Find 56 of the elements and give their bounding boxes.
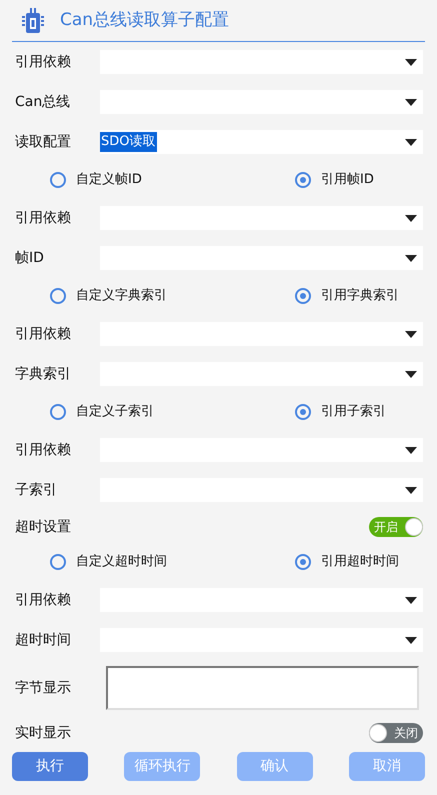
caret-icon	[405, 446, 417, 454]
radio-label[interactable]: 引用帧ID	[321, 170, 374, 190]
caret-icon	[405, 98, 417, 106]
window-title: Can总线读取算子配置	[60, 8, 230, 32]
dropdown-field[interactable]	[100, 206, 423, 230]
radio-label[interactable]: 自定义子索引	[76, 402, 154, 422]
field-label: 引用依赖	[15, 440, 72, 460]
dropdown-field[interactable]	[100, 246, 423, 270]
radio-label[interactable]: 自定义字典索引	[76, 286, 167, 306]
field-label: 引用依赖	[15, 52, 72, 72]
field-label: 字典索引	[15, 364, 72, 384]
dropdown-field[interactable]	[100, 322, 423, 346]
caret-icon	[405, 486, 417, 494]
dropdown-field[interactable]	[100, 90, 423, 114]
radio-label[interactable]: 引用超时时间	[321, 552, 399, 572]
field-label: 引用依赖	[15, 208, 72, 228]
radio-button[interactable]	[50, 404, 66, 420]
radio-label[interactable]: 引用字典索引	[321, 286, 399, 306]
radio-button[interactable]	[295, 404, 311, 420]
dropdown-field[interactable]	[100, 588, 423, 612]
field-label: 帧ID	[15, 248, 45, 268]
radio-button[interactable]	[50, 554, 66, 570]
dropdown-field[interactable]	[100, 628, 423, 652]
dropdown-field[interactable]	[100, 478, 423, 502]
field-label: Can总线	[15, 92, 72, 112]
field-label: 读取配置	[15, 132, 72, 152]
dropdown-field[interactable]	[100, 50, 423, 74]
radio-label[interactable]: 引用子索引	[321, 402, 386, 422]
field-label: 子索引	[15, 480, 58, 500]
field-label: 超时时间	[15, 630, 72, 650]
radio-button[interactable]	[295, 288, 311, 304]
radio-label[interactable]: 自定义帧ID	[76, 170, 142, 190]
radio-button[interactable]	[50, 172, 66, 188]
radio-button[interactable]	[295, 554, 311, 570]
text-area[interactable]	[106, 666, 419, 710]
caret-icon	[405, 596, 417, 604]
action-button[interactable]: 执行	[12, 752, 88, 781]
dropdown-field[interactable]	[100, 438, 423, 462]
field-label: 字节显示	[15, 678, 72, 698]
caret-icon	[405, 138, 417, 146]
field-label: 实时显示	[15, 724, 71, 742]
field-label: 引用依赖	[15, 590, 72, 610]
radio-button[interactable]	[295, 172, 311, 188]
caret-icon	[405, 370, 417, 378]
toggle-switch[interactable]: 关闭	[369, 723, 423, 743]
caret-icon	[405, 330, 417, 338]
caret-icon	[405, 58, 417, 66]
caret-icon	[405, 636, 417, 644]
dropdown-field[interactable]	[100, 362, 423, 386]
caret-icon	[405, 214, 417, 222]
radio-label[interactable]: 自定义超时时间	[76, 552, 167, 572]
caret-icon	[405, 254, 417, 262]
field-label: 引用依赖	[15, 324, 72, 344]
dropdown-field[interactable]: SDO读取	[100, 130, 423, 154]
field-label: 超时设置	[15, 518, 71, 536]
radio-button[interactable]	[50, 288, 66, 304]
